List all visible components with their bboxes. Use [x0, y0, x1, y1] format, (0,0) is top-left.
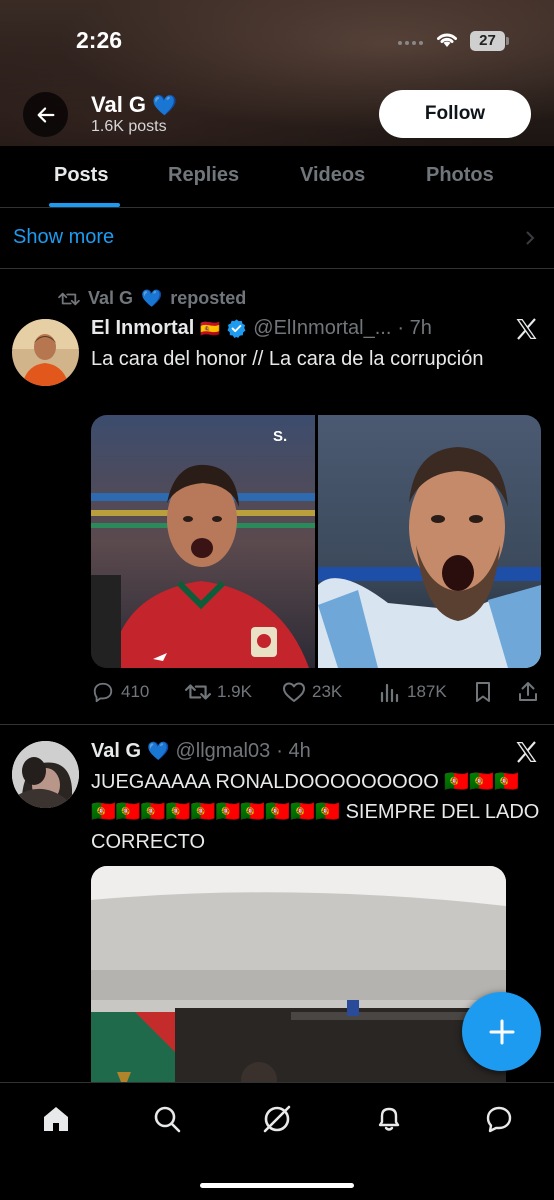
back-button[interactable]	[23, 92, 68, 137]
views-button[interactable]: 187K	[379, 681, 447, 703]
cellular-signal-icon	[398, 41, 423, 45]
chevron-right-icon	[526, 231, 535, 245]
verified-heart-icon: 💙	[147, 741, 170, 761]
compose-plus-icon	[489, 1019, 514, 1044]
post-header: El Inmortal 🇪🇸 @ElInmortal_... · 7h	[91, 317, 432, 340]
notifications-icon[interactable]	[373, 1103, 405, 1135]
author-flag: 🇪🇸	[200, 320, 221, 338]
profile-header: 2:26 27 Val G 💙 1.6K posts Follow	[0, 0, 554, 146]
post-header: Val G 💙 @llgmal03 · 4h	[91, 740, 311, 763]
battery-icon: 27	[470, 31, 509, 51]
like-button[interactable]: 23K	[282, 681, 342, 703]
bookmark-icon	[476, 682, 490, 702]
repost-by[interactable]: Val G	[88, 288, 133, 309]
post-image-left[interactable]: S.	[91, 415, 315, 668]
like-count: 23K	[312, 682, 343, 701]
tab-photos[interactable]: Photos	[426, 164, 494, 187]
views-icon	[380, 683, 399, 703]
back-arrow-icon	[37, 106, 54, 123]
repost-indicator: Val G 💙 reposted	[58, 288, 246, 309]
views-count: 187K	[407, 682, 447, 701]
compose-button[interactable]	[462, 992, 541, 1071]
post-actions: 410 1.9K 23K 187K	[91, 681, 543, 707]
search-icon[interactable]	[151, 1103, 183, 1135]
grok-icon[interactable]	[261, 1103, 293, 1135]
author-handle: @llgmal03	[175, 740, 271, 762]
repost-action-icon	[185, 684, 211, 700]
verified-heart-icon: 💙	[152, 94, 177, 117]
profile-tabs: Posts Replies Videos Photos	[0, 146, 554, 208]
svg-text:S.: S.	[273, 428, 287, 445]
share-button[interactable]	[517, 681, 539, 703]
author-name[interactable]: El Inmortal	[91, 317, 194, 340]
profile-name-text: Val G	[91, 92, 147, 117]
post-time: · 4h	[276, 740, 311, 762]
messages-icon[interactable]	[483, 1103, 515, 1135]
repost-label: reposted	[170, 288, 247, 308]
divider	[0, 724, 554, 725]
verified-badge-icon	[227, 319, 246, 338]
bookmark-button[interactable]	[473, 681, 493, 703]
profile-posts-count: 1.6K posts	[91, 118, 167, 135]
profile-name: Val G 💙	[91, 92, 177, 118]
post-text: La cara del honor // La cara de la corru…	[91, 348, 484, 370]
home-indicator	[200, 1183, 354, 1188]
follow-button[interactable]: Follow	[379, 90, 531, 138]
avatar[interactable]	[12, 319, 79, 386]
repost-count: 1.9K	[217, 682, 252, 701]
divider	[0, 268, 554, 269]
home-icon[interactable]	[40, 1103, 72, 1135]
x-logo-icon	[516, 741, 537, 763]
share-icon	[519, 682, 537, 701]
tab-replies[interactable]: Replies	[168, 164, 239, 187]
author-handle: @ElInmortal_...	[253, 317, 392, 339]
repost-button[interactable]: 1.9K	[185, 681, 252, 703]
status-time: 2:26	[76, 27, 123, 53]
post-image[interactable]	[91, 866, 506, 1082]
like-icon	[283, 682, 305, 702]
tab-videos[interactable]: Videos	[300, 164, 365, 187]
reply-icon	[93, 682, 113, 703]
avatar[interactable]	[12, 741, 79, 808]
reply-count: 410	[121, 682, 150, 701]
post-image-right[interactable]	[318, 415, 541, 668]
repost-heart-icon: 💙	[141, 288, 163, 308]
show-more-link[interactable]: Show more	[13, 226, 114, 249]
tab-posts[interactable]: Posts	[54, 164, 108, 187]
author-name[interactable]: Val G	[91, 740, 141, 763]
post-time: · 7h	[397, 317, 432, 339]
reply-button[interactable]: 410	[91, 681, 149, 703]
repost-icon	[58, 292, 80, 305]
active-tab-indicator	[49, 203, 120, 207]
wifi-icon	[437, 33, 457, 47]
x-logo-icon	[516, 318, 537, 340]
post-text: JUEGAAAAA RONALDOOOOOOOOO 🇵🇹🇵🇹🇵🇹🇵🇹🇵🇹🇵🇹🇵🇹…	[91, 771, 540, 853]
